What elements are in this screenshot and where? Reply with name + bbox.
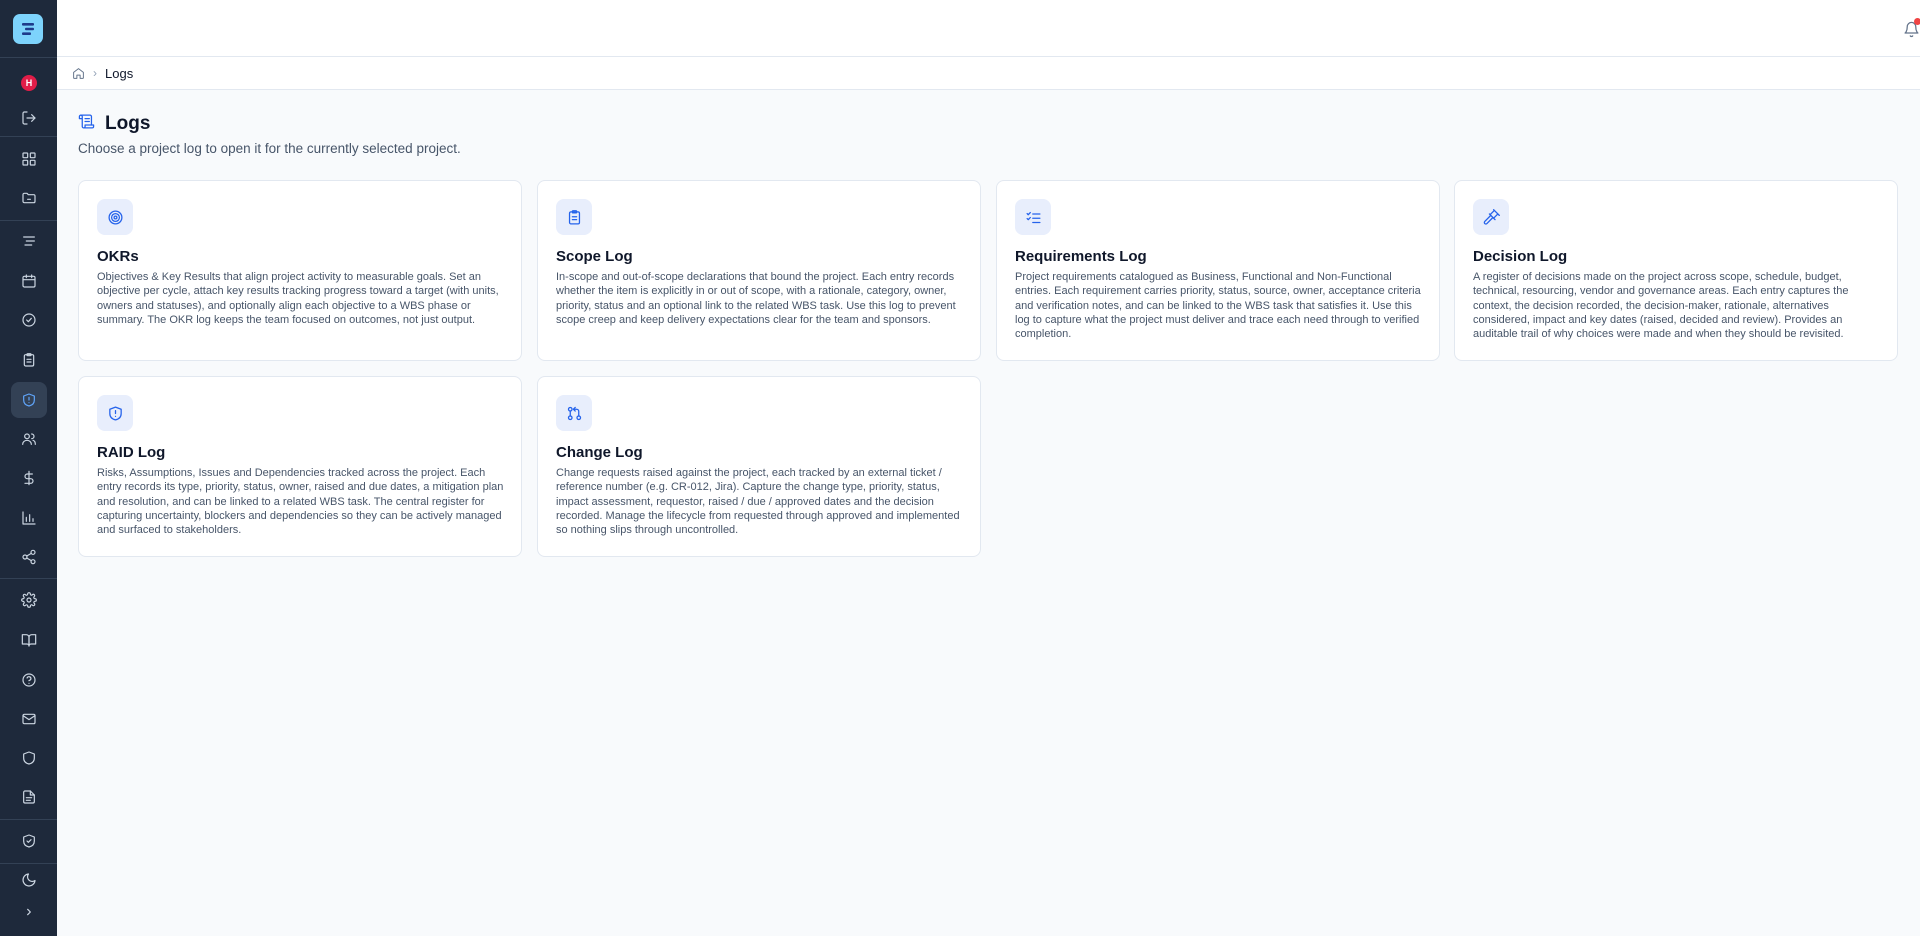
card-title: Scope Log	[556, 248, 633, 265]
checklist-icon	[1015, 199, 1051, 235]
card-description: Risks, Assumptions, Issues and Dependenc…	[97, 467, 504, 537]
card-description: Change requests raised against the proje…	[556, 467, 960, 537]
app-logo[interactable]	[13, 14, 43, 44]
shield-icon[interactable]	[17, 746, 41, 770]
breadcrumb: › Logs	[57, 57, 1920, 90]
logs-shield-icon[interactable]	[17, 388, 41, 412]
card-description: In-scope and out-of-scope declarations t…	[556, 271, 956, 326]
scroll-icon	[78, 113, 95, 135]
users-icon[interactable]	[17, 427, 41, 451]
requirements-log-card[interactable]: Requirements Log Project requirements ca…	[996, 180, 1440, 361]
card-title: RAID Log	[97, 444, 166, 461]
gavel-icon	[1473, 199, 1509, 235]
sidebar-divider	[0, 863, 57, 864]
logout-icon[interactable]	[17, 106, 41, 130]
folder-icon[interactable]	[17, 186, 41, 210]
shield-check-icon[interactable]	[17, 829, 41, 853]
settings-icon[interactable]	[17, 588, 41, 612]
help-icon[interactable]	[17, 668, 41, 692]
shield-alert-icon	[97, 395, 133, 431]
chart-icon[interactable]	[17, 506, 41, 530]
notification-dot	[1914, 18, 1920, 25]
sidebar-divider	[0, 136, 57, 137]
sidebar-divider	[0, 578, 57, 579]
check-circle-icon[interactable]	[17, 308, 41, 332]
card-title: Change Log	[556, 444, 643, 461]
sidebar-divider	[0, 819, 57, 820]
okrs-card[interactable]: OKRs Objectives & Key Results that align…	[78, 180, 522, 361]
top-bar: H	[57, 0, 1920, 57]
card-title: Requirements Log	[1015, 248, 1147, 265]
page-header: Logs	[78, 113, 150, 135]
target-icon	[97, 199, 133, 235]
page-subtitle: Choose a project log to open it for the …	[78, 141, 461, 156]
sidebar-divider	[0, 220, 57, 221]
chevron-right-icon[interactable]	[17, 900, 41, 924]
card-title: OKRs	[97, 248, 139, 265]
document-icon[interactable]	[17, 785, 41, 809]
clipboard-icon[interactable]	[17, 348, 41, 372]
scope-log-card[interactable]: Scope Log In-scope and out-of-scope decl…	[537, 180, 981, 361]
share-icon[interactable]	[17, 545, 41, 569]
card-description: Objectives & Key Results that align proj…	[97, 271, 499, 326]
sidebar-avatar[interactable]: H	[21, 75, 37, 91]
breadcrumb-current: Logs	[105, 65, 134, 81]
sidebar: H	[0, 0, 57, 936]
page-title: Logs	[105, 113, 151, 134]
book-icon[interactable]	[17, 628, 41, 652]
logo-icon	[22, 23, 34, 35]
home-icon[interactable]	[72, 67, 85, 80]
change-log-card[interactable]: Change Log Change requests raised agains…	[537, 376, 981, 557]
card-description: Project requirements catalogued as Busin…	[1015, 271, 1421, 341]
mail-icon[interactable]	[17, 707, 41, 731]
card-title: Decision Log	[1473, 248, 1568, 265]
decision-log-card[interactable]: Decision Log A register of decisions mad…	[1454, 180, 1898, 361]
moon-icon[interactable]	[17, 868, 41, 892]
dollar-icon[interactable]	[17, 466, 41, 490]
sidebar-divider	[0, 57, 57, 58]
breadcrumb-separator: ›	[93, 66, 97, 80]
clipboard-icon	[556, 199, 592, 235]
calendar-icon[interactable]	[17, 269, 41, 293]
raid-log-card[interactable]: RAID Log Risks, Assumptions, Issues and …	[78, 376, 522, 557]
dashboard-icon[interactable]	[17, 147, 41, 171]
card-description: A register of decisions made on the proj…	[1473, 271, 1849, 341]
wbs-icon[interactable]	[17, 229, 41, 253]
git-pull-request-icon	[556, 395, 592, 431]
notifications-bell-icon[interactable]	[1900, 18, 1920, 40]
